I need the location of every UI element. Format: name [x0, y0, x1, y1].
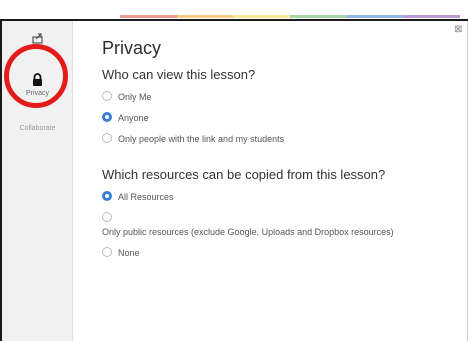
option-label: Only people with the link and my student… [118, 134, 285, 144]
view-question: Who can view this lesson? [102, 67, 256, 82]
top-bar [0, 0, 468, 21]
copy-option-none[interactable]: None [102, 247, 462, 259]
radio-button[interactable] [102, 91, 112, 101]
copy-option-all-resources[interactable]: All Resources [102, 191, 462, 203]
radio-button-selected[interactable] [102, 112, 112, 122]
copy-option-public-only[interactable]: Only public resources (exclude Google, U… [102, 212, 462, 238]
option-label: All Resources [118, 192, 174, 202]
close-icon[interactable]: ⊠ [454, 24, 462, 35]
option-label: None [118, 248, 140, 258]
privacy-panel: Privacy Who can view this lesson? Only M… [102, 38, 462, 259]
view-option-only-me[interactable]: Only Me [102, 91, 462, 103]
annotation-circle [4, 44, 68, 108]
sidebar-item-collaborate[interactable]: Collaborate [2, 123, 73, 132]
sidebar-item-label: Collaborate [19, 125, 56, 132]
page-title: Privacy [102, 38, 162, 58]
accent-strip [120, 15, 461, 18]
radio-button[interactable] [102, 133, 112, 143]
view-option-anyone[interactable]: Anyone [102, 112, 462, 124]
radio-button[interactable] [102, 212, 112, 222]
option-label: Only public resources (exclude Google, U… [102, 227, 394, 237]
share-icon [31, 33, 43, 44]
radio-button[interactable] [102, 247, 112, 257]
radio-button-selected[interactable] [102, 191, 112, 201]
view-option-link-and-students[interactable]: Only people with the link and my student… [102, 133, 462, 145]
option-label: Anyone [118, 113, 149, 123]
copy-question: Which resources can be copied from this … [102, 167, 386, 182]
option-label: Only Me [118, 92, 152, 102]
